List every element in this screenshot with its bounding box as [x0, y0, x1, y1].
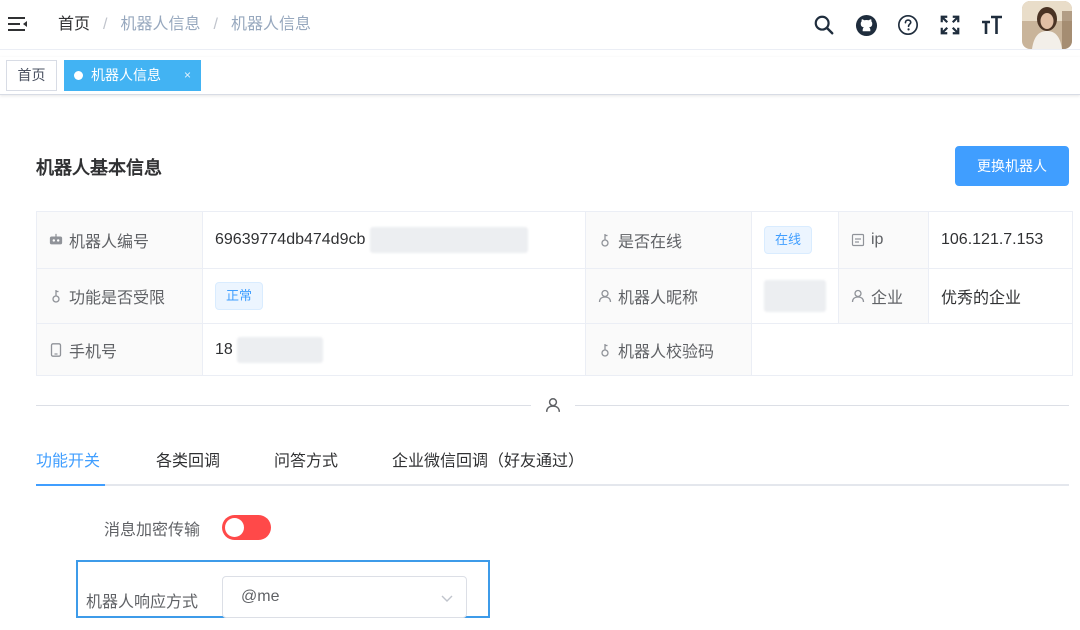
limited-label: 功能是否受限	[69, 290, 166, 307]
phone-label: 手机号	[69, 343, 118, 361]
phone-label-cell: 手机号	[36, 323, 203, 376]
right-menu	[812, 0, 1080, 50]
ip-label-cell: ip	[838, 211, 929, 269]
key-icon	[598, 233, 612, 247]
image-icon	[851, 233, 865, 247]
nickname-value-cell	[751, 268, 839, 324]
limited-label-cell: 功能是否受限	[36, 268, 203, 324]
search-icon[interactable]	[812, 13, 836, 37]
online-label: 是否在线	[618, 234, 683, 251]
online-label-cell: 是否在线	[585, 211, 752, 269]
key-icon	[598, 343, 612, 357]
response-mode-value: @me	[241, 588, 280, 605]
robot-id-value: 69639774db474d9cb	[215, 231, 366, 249]
tag-label: 机器人信息	[91, 67, 161, 83]
robot-id-value-cell: 69639774db474d9cb	[202, 211, 586, 269]
response-mode-select[interactable]: @me	[222, 576, 467, 618]
redacted-block	[369, 227, 528, 253]
sidebar-toggle-icon[interactable]	[6, 12, 30, 36]
change-robot-button[interactable]: 更换机器人	[955, 146, 1069, 186]
robot-id-label: 机器人编号	[69, 234, 150, 251]
ip-value-cell: 106.121.7.153	[928, 211, 1073, 269]
response-mode-label: 机器人响应方式	[86, 594, 199, 611]
tag-robot-info[interactable]: 机器人信息 ×	[64, 60, 201, 91]
nickname-label: 机器人昵称	[618, 290, 699, 307]
tag-home[interactable]: 首页	[6, 60, 57, 91]
tab-function-switch[interactable]: 功能开关	[36, 444, 100, 484]
github-icon[interactable]	[854, 13, 878, 37]
avatar[interactable]	[1022, 1, 1072, 49]
verify-label-cell: 机器人校验码	[585, 323, 752, 376]
user-icon	[598, 289, 612, 303]
redacted-block	[237, 336, 324, 363]
tab-wecom-callback[interactable]: 企业微信回调（好友通过）	[392, 444, 584, 484]
breadcrumb-separator: /	[213, 16, 218, 33]
robot-id-label-cell: 机器人编号	[36, 211, 203, 269]
verify-label: 机器人校验码	[618, 343, 715, 361]
function-tabs: 功能开关 各类回调 问答方式 企业微信回调（好友通过）	[36, 444, 1069, 486]
company-value: 优秀的企业	[941, 290, 1022, 307]
phone-value-cell: 18	[202, 323, 586, 376]
user-icon	[531, 394, 575, 416]
table-row: 功能是否受限 正常 机器人昵称 企业 优秀的企业	[36, 268, 1073, 324]
encrypt-switch[interactable]	[222, 515, 271, 540]
robot-info-table: 机器人编号 69639774db474d9cb 是否在线 在线 ip 106.1…	[36, 211, 1073, 376]
breadcrumb-separator: /	[103, 16, 108, 33]
phone-value: 18	[215, 340, 233, 358]
company-label: 企业	[871, 290, 904, 307]
chevron-down-icon	[440, 591, 454, 605]
switch-knob	[225, 518, 244, 537]
company-value-cell: 优秀的企业	[928, 268, 1073, 324]
encrypt-label: 消息加密传输	[104, 522, 201, 539]
robot-icon	[49, 233, 63, 247]
breadcrumb-robot-info: 机器人信息	[120, 16, 201, 33]
key-icon	[49, 289, 63, 303]
online-value-cell: 在线	[751, 211, 839, 269]
breadcrumb: 首页 / 机器人信息 / 机器人信息	[58, 14, 311, 36]
company-label-cell: 企业	[838, 268, 929, 324]
active-dot-icon	[74, 71, 83, 80]
fullscreen-icon[interactable]	[938, 13, 962, 37]
limited-value-cell: 正常	[202, 268, 586, 324]
font-size-icon[interactable]	[980, 13, 1004, 37]
close-icon[interactable]: ×	[184, 61, 191, 90]
verify-value-cell	[751, 323, 1073, 376]
navbar: 首页 / 机器人信息 / 机器人信息	[0, 0, 1080, 50]
status-badge: 正常	[215, 282, 264, 310]
ip-label: ip	[871, 231, 884, 248]
status-badge: 在线	[764, 226, 813, 254]
breadcrumb-current: 机器人信息	[230, 16, 311, 33]
tags-view: 首页 机器人信息 ×	[0, 57, 1080, 95]
help-icon[interactable]	[896, 13, 920, 37]
tab-active-indicator	[36, 484, 105, 486]
redacted-block	[764, 280, 826, 312]
page-title: 机器人基本信息	[36, 158, 162, 178]
user-icon	[851, 289, 865, 303]
table-row: 手机号 18 机器人校验码	[36, 323, 1073, 376]
phone-icon	[49, 342, 63, 357]
table-row: 机器人编号 69639774db474d9cb 是否在线 在线 ip 106.1…	[36, 211, 1073, 269]
ip-value: 106.121.7.153	[941, 231, 1044, 248]
breadcrumb-home[interactable]: 首页	[58, 14, 90, 36]
tab-callbacks[interactable]: 各类回调	[156, 444, 220, 484]
nickname-label-cell: 机器人昵称	[585, 268, 752, 324]
tab-qa-mode[interactable]: 问答方式	[274, 444, 338, 484]
